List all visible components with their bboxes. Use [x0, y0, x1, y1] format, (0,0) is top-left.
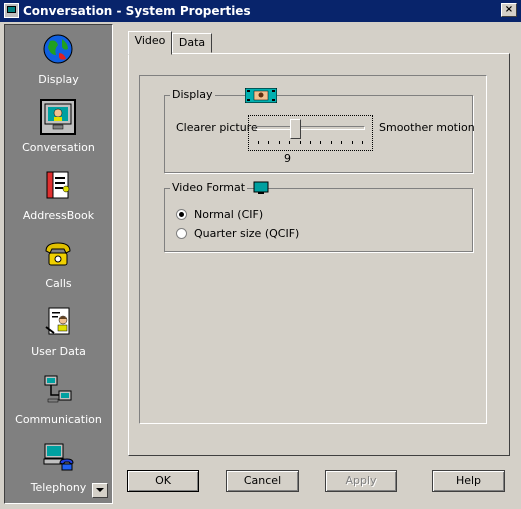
sidebar-scroll-down-button[interactable]: [92, 483, 108, 498]
slider-tick: [362, 141, 363, 144]
slider-tick: [268, 141, 270, 144]
sidebar-item-label: AddressBook: [22, 209, 95, 222]
sidebar-item-addressbook[interactable]: AddressBook: [5, 165, 112, 229]
slider-tick: [320, 141, 322, 144]
slider-tick: [310, 141, 311, 144]
slider-tick: [351, 141, 353, 144]
slider-ticks: [258, 141, 364, 145]
display-group-title: Display: [170, 88, 215, 101]
close-button[interactable]: ×: [501, 3, 517, 17]
slider-value: 9: [284, 152, 291, 165]
slider-tick: [330, 141, 332, 144]
network-icon: [44, 375, 72, 403]
monitor-icon: [253, 181, 269, 194]
slider-track: [255, 126, 365, 130]
quarter-size-qcif-radio[interactable]: Quarter size (QCIF): [176, 227, 326, 241]
slider-thumb[interactable]: [289, 119, 301, 139]
computer-phone-icon: [43, 443, 74, 471]
slider-tick: [299, 141, 301, 144]
radio-button[interactable]: [176, 209, 187, 220]
app-icon[interactable]: [4, 3, 19, 18]
radio-button[interactable]: [176, 228, 187, 239]
slider-tick: [341, 141, 343, 144]
telephone-icon: [45, 242, 71, 266]
sidebar-item-label: User Data: [31, 345, 86, 358]
window-title: Conversation - System Properties: [23, 4, 251, 18]
sidebar-item-calls[interactable]: Calls: [5, 233, 112, 297]
sidebar-item-display[interactable]: Display: [5, 29, 112, 93]
video-format-group-title: Video Format: [170, 181, 248, 194]
title-bar: Conversation - System Properties ×: [0, 0, 521, 22]
sidebar-item-user-data[interactable]: User Data: [5, 301, 112, 365]
smoother-motion-label: Smoother motion: [379, 121, 475, 134]
tab-data[interactable]: Data: [172, 33, 212, 53]
sidebar-item-conversation[interactable]: Conversation: [5, 97, 112, 161]
slider-tick: [278, 141, 280, 144]
sidebar-item-label: Conversation: [22, 141, 95, 154]
help-button[interactable]: Help: [432, 470, 505, 492]
globe-icon: [43, 34, 73, 64]
sidebar-item-communication[interactable]: Communication: [5, 369, 112, 433]
category-sidebar: Display Conversation AddressBook Calls U…: [4, 24, 113, 504]
clearer-picture-label: Clearer picture: [176, 121, 258, 134]
cancel-button[interactable]: Cancel: [226, 470, 299, 492]
radio-label: Quarter size (QCIF): [194, 227, 300, 240]
quality-slider[interactable]: [248, 115, 373, 151]
radio-label: Normal (CIF): [194, 208, 264, 221]
slider-tick: [289, 141, 291, 144]
tab-label: Video: [134, 34, 166, 47]
apply-button[interactable]: Apply: [325, 470, 397, 492]
slider-tick: [258, 141, 259, 144]
normal-cif-radio[interactable]: Normal (CIF): [176, 208, 326, 222]
user-document-icon: [45, 307, 70, 335]
sidebar-item-label: Display: [38, 73, 79, 86]
film-strip-icon: [245, 88, 277, 103]
monitor-person-icon: [40, 99, 76, 135]
tab-label: Data: [178, 36, 206, 49]
ok-button[interactable]: OK: [127, 470, 199, 492]
addressbook-icon: [46, 171, 70, 199]
sidebar-item-label: Communication: [15, 413, 102, 426]
sidebar-item-label: Calls: [45, 277, 72, 290]
tab-video[interactable]: Video: [128, 31, 172, 55]
